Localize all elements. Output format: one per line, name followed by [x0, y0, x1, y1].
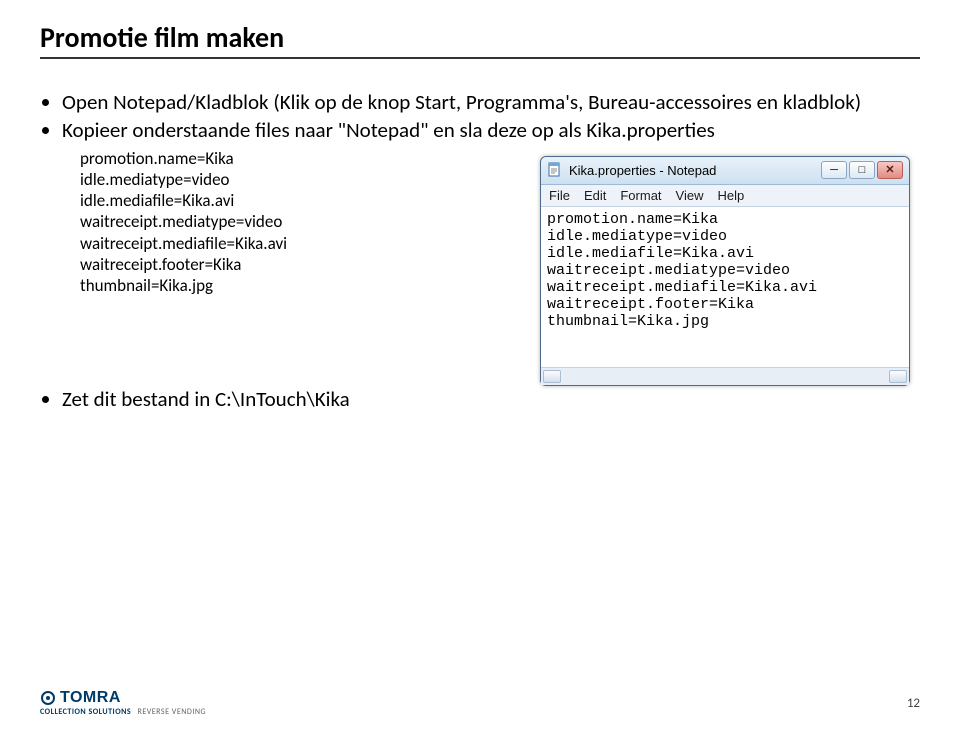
code-line: idle.mediafile=Kika.avi: [80, 190, 287, 211]
close-button[interactable]: ✕: [877, 161, 903, 179]
menu-format[interactable]: Format: [620, 188, 661, 203]
notepad-textarea[interactable]: promotion.name=Kika idle.mediatype=video…: [547, 211, 903, 361]
code-line: waitreceipt.footer=Kika: [80, 254, 287, 275]
slide-footer: TOMRA COLLECTION SOLUTIONS REVERSE VENDI…: [40, 689, 920, 717]
notepad-window: Kika.properties - Notepad ─ □ ✕ File Edi…: [540, 156, 910, 386]
notepad-menubar: File Edit Format View Help: [541, 185, 909, 207]
notepad-titlebar[interactable]: Kika.properties - Notepad ─ □ ✕: [541, 157, 909, 185]
menu-edit[interactable]: Edit: [584, 188, 606, 203]
maximize-button[interactable]: □: [849, 161, 875, 179]
menu-file[interactable]: File: [549, 188, 570, 203]
code-line: promotion.name=Kika: [80, 148, 287, 169]
bullet-item: Zet dit bestand in C:\InTouch\Kika: [62, 386, 920, 412]
menu-help[interactable]: Help: [717, 188, 744, 203]
code-line: idle.mediatype=video: [80, 169, 287, 190]
close-icon: ✕: [885, 165, 894, 176]
minimize-icon: ─: [830, 165, 838, 176]
bullet-item: Kopieer onderstaande files naar "Notepad…: [62, 117, 920, 143]
bullet-list: Open Notepad/Kladblok (Klik op de knop S…: [40, 89, 920, 144]
bullet-list-bottom: Zet dit bestand in C:\InTouch\Kika: [40, 386, 920, 412]
code-block: promotion.name=Kika idle.mediatype=video…: [80, 148, 287, 297]
menu-view[interactable]: View: [676, 188, 704, 203]
page-number: 12: [907, 696, 920, 711]
code-line: thumbnail=Kika.jpg: [80, 275, 287, 296]
maximize-icon: □: [859, 165, 866, 176]
minimize-button[interactable]: ─: [821, 161, 847, 179]
brand-sub-rv: REVERSE VENDING: [137, 707, 206, 717]
notepad-title: Kika.properties - Notepad: [569, 163, 821, 178]
notepad-scrollbar-horizontal[interactable]: [541, 367, 909, 385]
bullet-item: Open Notepad/Kladblok (Klik op de knop S…: [62, 89, 920, 115]
tomra-logo-icon: [40, 690, 56, 706]
brand-sub-cs: COLLECTION SOLUTIONS: [40, 707, 131, 717]
code-line: waitreceipt.mediatype=video: [80, 211, 287, 232]
brand-name: TOMRA: [60, 689, 121, 707]
code-line: waitreceipt.mediafile=Kika.avi: [80, 233, 287, 254]
notepad-app-icon: [547, 162, 563, 178]
page-title: Promotie film maken: [40, 20, 920, 59]
